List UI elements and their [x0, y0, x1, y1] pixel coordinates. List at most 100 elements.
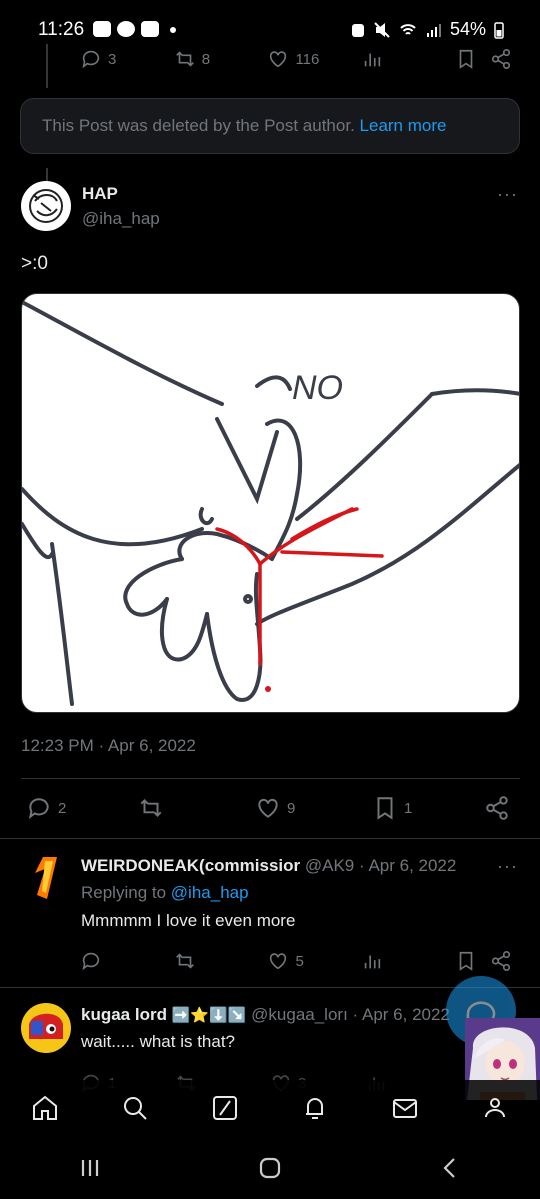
avatar[interactable]	[33, 855, 63, 901]
share-icon	[492, 49, 511, 69]
reply-author-name[interactable]: kugaa lord	[81, 1005, 167, 1024]
heart-icon	[270, 953, 287, 970]
tweet-text: >:0	[21, 253, 48, 274]
communities-icon[interactable]	[480, 1093, 510, 1123]
tweet-media-image[interactable]: NO	[21, 293, 520, 713]
discord-icon	[141, 21, 159, 37]
status-time: 11:26	[38, 19, 85, 40]
bookmark-button[interactable]	[455, 48, 491, 70]
like-button[interactable]: 116	[267, 48, 361, 70]
thread-line	[46, 44, 48, 88]
retweet-icon	[140, 799, 162, 817]
recent-apps-icon[interactable]	[76, 1154, 104, 1182]
reply-header: kugaa lord ➡️⭐⬇️↘️ @kugaa_lorı · Apr 6, …	[81, 1005, 501, 1025]
reply-actions: 5	[80, 948, 520, 974]
reply-author-handle[interactable]: @AK9	[305, 856, 354, 875]
heart-icon	[270, 51, 287, 68]
reply-button[interactable]: 2	[26, 795, 138, 821]
bookmark-icon	[459, 49, 473, 69]
avatar-character-icon	[24, 1006, 68, 1050]
avatar[interactable]	[21, 181, 71, 231]
wifi-icon	[400, 23, 416, 35]
status-right: 54%	[350, 19, 504, 40]
views-button[interactable]	[361, 950, 455, 972]
reply-icon	[28, 798, 49, 819]
more-options-button[interactable]: ···	[497, 856, 518, 877]
like-count: 5	[295, 952, 304, 970]
mute-icon	[374, 21, 390, 38]
reply-count: 2	[58, 799, 67, 817]
home-icon[interactable]	[30, 1093, 60, 1123]
share-icon	[492, 951, 511, 971]
tweet-author-handle[interactable]: @iha_hap	[82, 209, 160, 229]
replying-to-label: Replying to	[81, 883, 167, 902]
like-button[interactable]: 9	[255, 795, 372, 821]
tweet-timestamp[interactable]: 12:23 PM · Apr 6, 2022	[21, 736, 196, 756]
avatar-drawing-icon	[29, 189, 63, 223]
retweet-icon	[175, 51, 194, 67]
prev-tweet-actions: 3 8 116	[80, 46, 520, 72]
avatar[interactable]	[21, 1003, 71, 1053]
drawing-image: NO	[22, 300, 519, 706]
reply-icon	[82, 50, 100, 69]
battery-percent: 54%	[449, 19, 486, 39]
share-button[interactable]	[490, 48, 520, 70]
heart-icon	[258, 798, 278, 818]
signal-icon	[426, 23, 441, 37]
learn-more-link[interactable]: Learn more	[360, 116, 447, 135]
avatar-logo-icon	[35, 857, 57, 899]
divider	[0, 838, 540, 839]
notifications-icon[interactable]	[300, 1093, 330, 1123]
views-icon	[364, 53, 381, 67]
tweet-actions: 2 9 1	[26, 794, 520, 822]
system-navigation-bar	[0, 1137, 540, 1199]
reply-header: WEIRDONEAK(commissior @AK9 · Apr 6, 2022	[81, 856, 501, 876]
reply-author-name[interactable]: WEIRDONEAK(commissior	[81, 856, 300, 875]
reply-text: Mmmmm I love it even more	[81, 911, 296, 930]
like-count: 9	[287, 799, 296, 817]
bookmark-icon	[377, 797, 393, 820]
reply-button[interactable]	[80, 950, 174, 972]
drawing-text: NO	[292, 369, 343, 407]
replying-to-handle[interactable]: @iha_hap	[171, 883, 249, 902]
more-options-button[interactable]: ···	[497, 184, 518, 205]
bottom-navigation	[0, 1080, 540, 1136]
grok-icon[interactable]	[210, 1093, 240, 1123]
bookmark-icon	[459, 951, 473, 971]
reply-icon	[82, 952, 100, 971]
battery-icon	[494, 21, 504, 39]
retweet-button[interactable]	[174, 950, 268, 972]
alarm-icon	[351, 23, 364, 37]
reply-date: · Apr 6, 2022	[352, 1005, 450, 1024]
divider	[21, 778, 520, 779]
retweet-count: 8	[201, 50, 211, 68]
discord-icon	[93, 21, 111, 37]
reply-text: wait..... what is that?	[81, 1032, 236, 1051]
bookmark-button[interactable]	[455, 950, 491, 972]
deleted-notice-text: This Post was deleted by the Post author…	[42, 116, 355, 135]
retweet-button[interactable]: 8	[174, 48, 268, 70]
reply-count: 3	[108, 50, 117, 68]
share-button[interactable]	[484, 795, 514, 821]
thread-line	[46, 168, 48, 182]
views-button[interactable]	[361, 48, 455, 70]
reply-author-handle[interactable]: @kugaa_lorı	[251, 1005, 348, 1024]
share-icon	[486, 796, 508, 820]
more-notifications-dot	[170, 27, 176, 33]
search-icon[interactable]	[120, 1093, 150, 1123]
home-button-icon[interactable]	[256, 1154, 284, 1182]
bookmark-button[interactable]: 1	[372, 795, 484, 821]
reply-date: · Apr 6, 2022	[359, 856, 457, 875]
like-button[interactable]: 5	[267, 950, 361, 972]
tweet-author-name[interactable]: HAP	[82, 184, 118, 204]
back-icon[interactable]	[436, 1154, 464, 1182]
messages-icon[interactable]	[390, 1093, 420, 1123]
views-icon	[364, 955, 381, 969]
app-icon	[117, 21, 135, 37]
reply-button[interactable]: 3	[80, 48, 174, 70]
retweet-button[interactable]	[138, 795, 255, 821]
status-bar: 11:26 54%	[0, 0, 540, 44]
reply-author-emojis: ➡️⭐⬇️↘️	[171, 1007, 247, 1024]
share-button[interactable]	[490, 950, 520, 972]
bookmark-count: 1	[404, 799, 413, 817]
